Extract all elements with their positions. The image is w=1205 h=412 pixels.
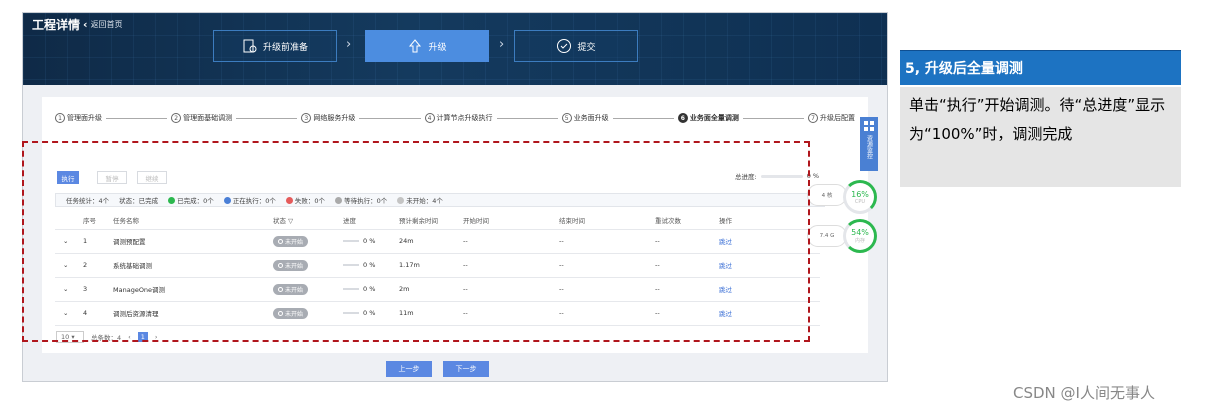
memory-pill: 7.4 G [807,225,847,247]
wizard-step[interactable]: 2 管理面基础调测 [171,113,232,123]
prev-step-button[interactable]: 上一步 [386,361,432,377]
watermark: CSDN @I人间无事人 [1013,384,1155,402]
wizard-step[interactable]: 4 计算节点升级执行 [424,113,493,123]
check-circle-icon [557,39,572,53]
note-body: 单击“执行”开始调测。待“总进度”显示为“100%”时，调测完成 [900,87,1181,187]
top-step-label: 提交 [577,42,596,53]
resource-monitor-tab[interactable]: 资源监控 [860,117,878,171]
highlight-box [22,141,810,342]
cpu-label: CPU [854,198,866,205]
wizard-step[interactable]: 7 升级后配置 [808,113,855,123]
wizard-step[interactable]: 3 网络服务升级 [301,113,355,123]
memory-gauge: 54% 内存 [843,219,877,253]
instruction-note: 5, 升级后全量调测 单击“执行”开始调测。待“总进度”显示为“100%”时，调… [900,50,1181,187]
back-link[interactable]: 返回首页 [91,19,123,30]
title-text: 工程详情 [32,18,81,32]
wizard-step[interactable]: 1 管理面升级 [55,113,102,123]
side-tab-label: 资源监控 [865,135,873,159]
note-heading: 5, 升级后全量调测 [900,50,1181,85]
top-step-label: 升级前准备 [262,42,308,53]
top-step-upgrade[interactable]: 升级 [365,30,489,62]
cpu-gauge: 16% CPU [843,180,877,214]
page-title: 工程详情 ‹ 返回首页 [32,16,123,33]
chevron-right-icon: › [346,37,352,52]
wizard-steps: 1 管理面升级 2 管理面基础调测 3 网络服务升级 4 计算节点升级执行 5 业务面升级… [55,111,855,125]
top-step-label: 升级 [428,42,447,53]
header-banner: 工程详情 ‹ 返回首页 升级前准备 › 升级 › 提交 [23,13,887,85]
next-step-button[interactable]: 下一步 [443,361,489,377]
doc-gear-icon [243,39,257,53]
grid-icon [864,121,874,131]
cpu-value: 16% [851,189,869,199]
chevron-right-icon: › [499,37,505,52]
wizard-step[interactable]: 5 业务面升级 [561,113,609,123]
wizard-step-current[interactable]: 6 业务面全量调测 [677,113,739,123]
top-step-prepare[interactable]: 升级前准备 [213,30,337,62]
top-step-submit[interactable]: 提交 [514,30,638,62]
memory-label: 内存 [854,238,865,244]
memory-value: 54% [851,228,869,237]
up-arrow-icon [409,39,422,53]
cpu-cores-pill: 4 核 [807,184,847,206]
chevron-left-icon[interactable]: ‹ [83,18,88,31]
